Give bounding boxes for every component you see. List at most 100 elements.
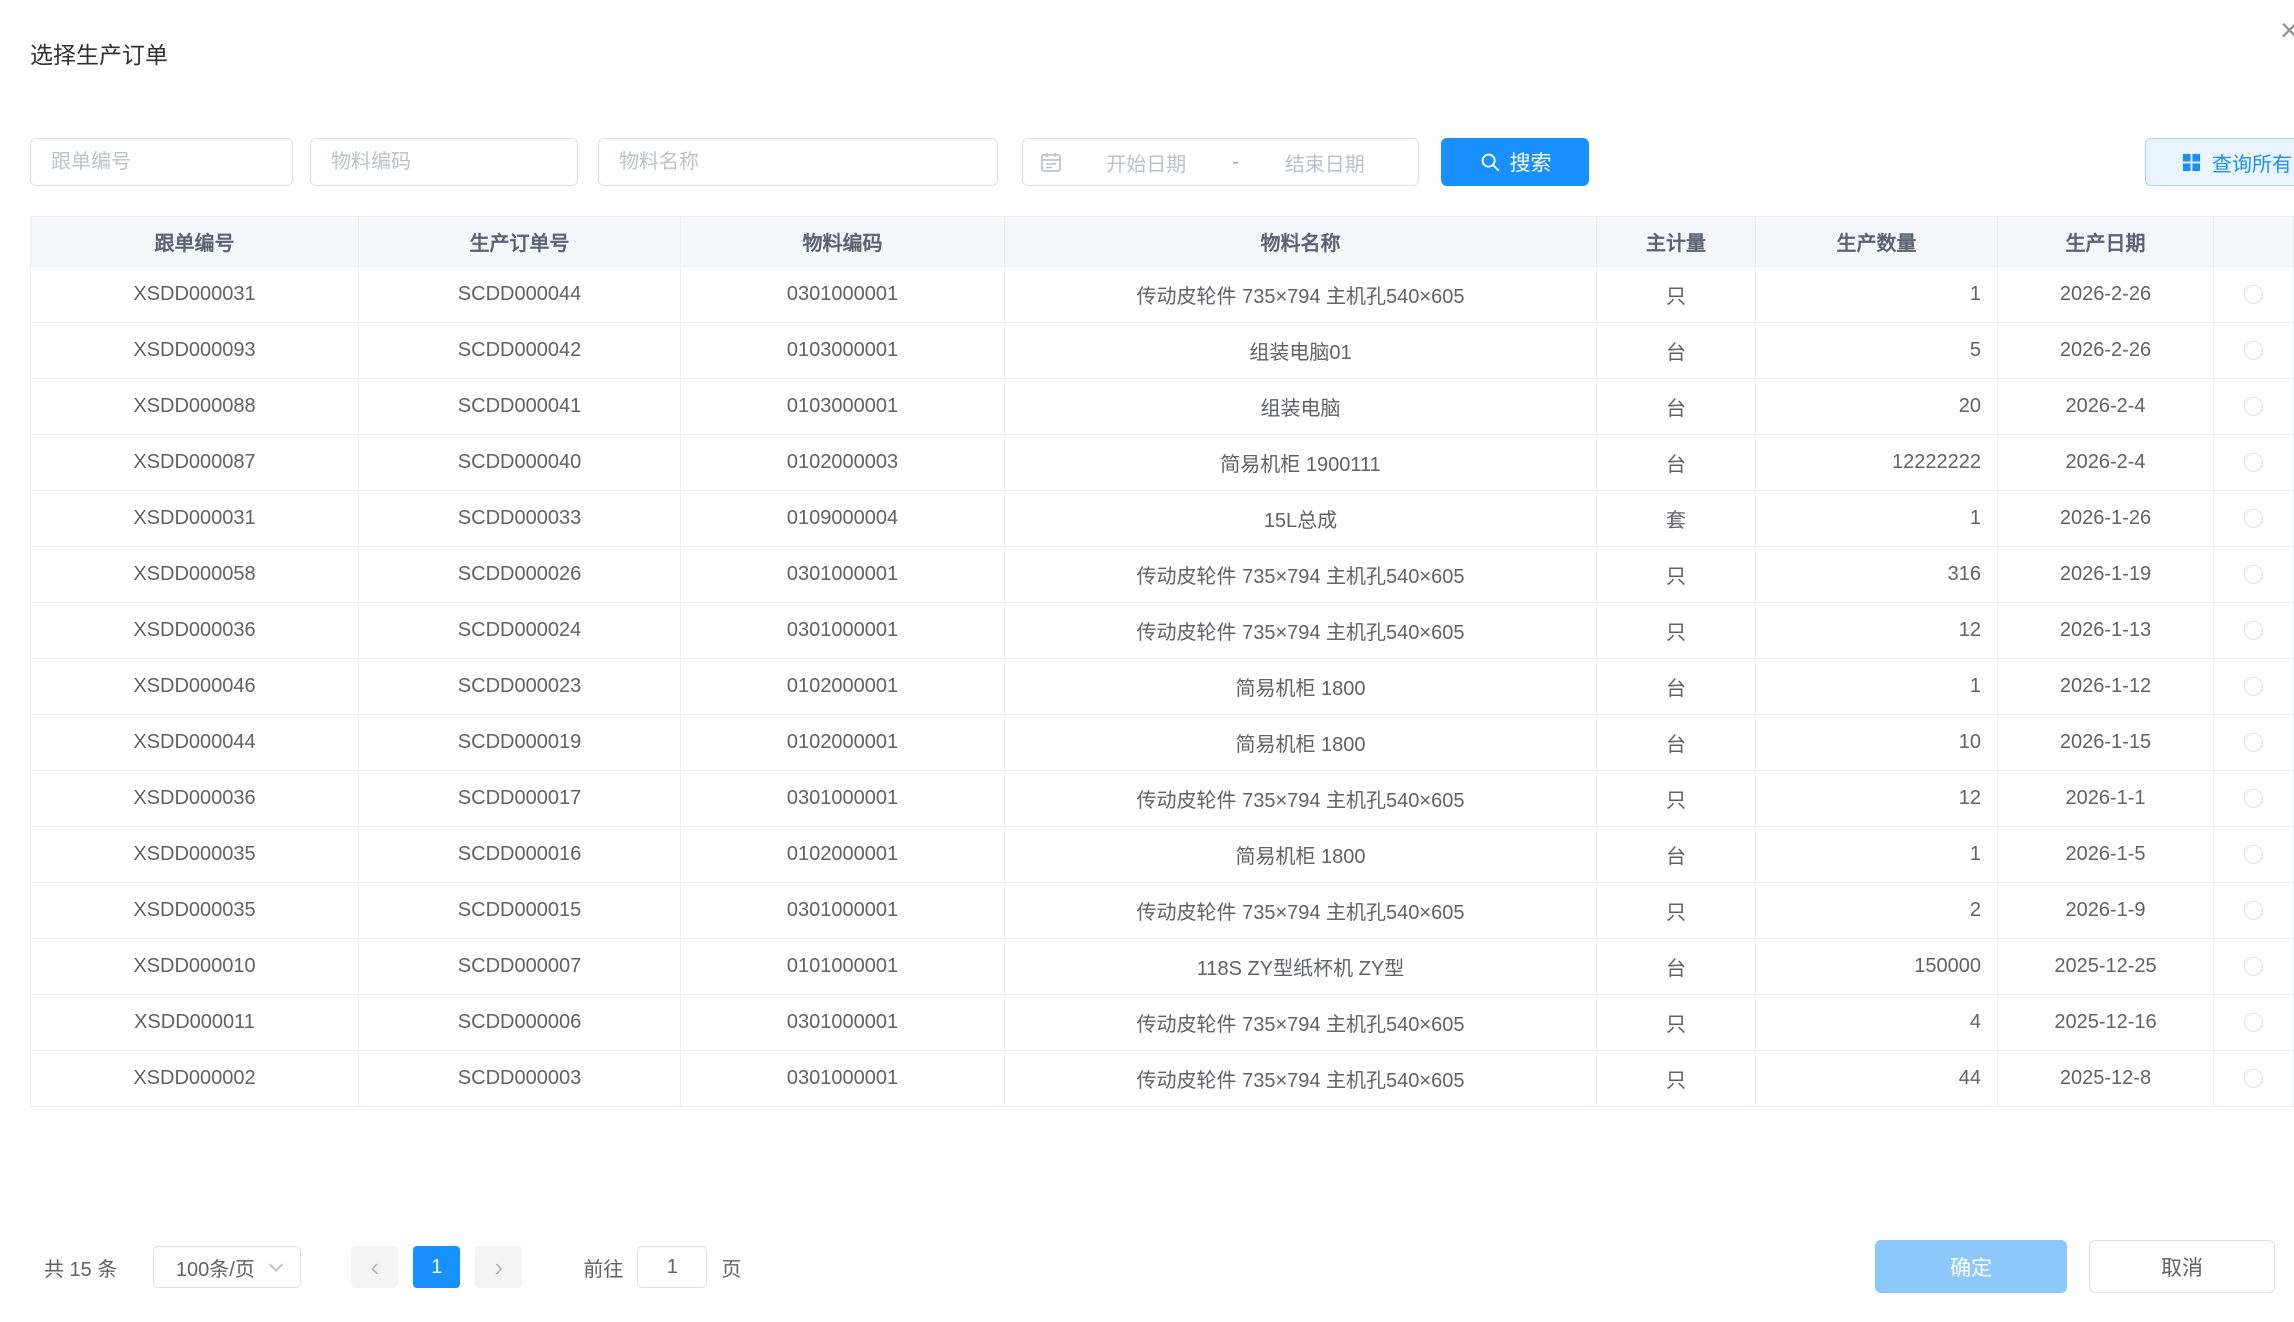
cell-material-code: 0102000001	[681, 715, 1005, 771]
table-body: XSDD000031 SCDD000044 0301000001 传动皮轮件 7…	[31, 267, 2294, 1107]
cell-unit: 台	[1597, 827, 1756, 883]
cell-prod-order-no: SCDD000041	[359, 379, 681, 435]
cell-order-no: XSDD000031	[31, 491, 359, 547]
row-radio[interactable]	[2244, 1069, 2263, 1088]
cell-material-code: 0103000001	[681, 379, 1005, 435]
material-name-input[interactable]	[598, 138, 998, 186]
page-size-select[interactable]: 100条/页	[153, 1246, 301, 1288]
chevron-down-icon	[269, 1258, 283, 1272]
row-radio[interactable]	[2244, 621, 2263, 640]
pagination: 共 15 条 100条/页 ‹ 1 › 前往 页	[44, 1246, 741, 1288]
cell-date: 2025-12-25	[1998, 939, 2214, 995]
cell-unit: 套	[1597, 491, 1756, 547]
grid-icon	[2182, 153, 2201, 172]
cell-prod-order-no: SCDD000019	[359, 715, 681, 771]
cell-material-code: 0301000001	[681, 547, 1005, 603]
cell-select	[2214, 435, 2294, 491]
row-radio[interactable]	[2244, 1013, 2263, 1032]
cell-unit: 只	[1597, 547, 1756, 603]
row-radio[interactable]	[2244, 453, 2263, 472]
table-row[interactable]: XSDD000031 SCDD000033 0109000004 15L总成 套…	[31, 491, 2294, 547]
row-radio[interactable]	[2244, 845, 2263, 864]
table-row[interactable]: XSDD000010 SCDD000007 0101000001 118S ZY…	[31, 939, 2294, 995]
cell-date: 2026-1-1	[1998, 771, 2214, 827]
cell-date: 2026-1-5	[1998, 827, 2214, 883]
table-row[interactable]: XSDD000046 SCDD000023 0102000001 简易机柜 18…	[31, 659, 2294, 715]
cancel-button[interactable]: 取消	[2089, 1240, 2275, 1293]
cell-material-code: 0301000001	[681, 603, 1005, 659]
row-radio[interactable]	[2244, 341, 2263, 360]
current-page-button[interactable]: 1	[413, 1246, 460, 1288]
goto-page-input[interactable]	[637, 1246, 707, 1288]
order-no-input[interactable]	[30, 138, 293, 186]
query-all-button[interactable]: 查询所有	[2145, 138, 2294, 186]
table-row[interactable]: XSDD000093 SCDD000042 0103000001 组装电脑01 …	[31, 323, 2294, 379]
row-radio[interactable]	[2244, 397, 2263, 416]
row-radio[interactable]	[2244, 677, 2263, 696]
column-header-unit: 主计量	[1597, 217, 1756, 267]
prev-page-button[interactable]: ‹	[351, 1246, 398, 1288]
table-row[interactable]: XSDD000036 SCDD000024 0301000001 传动皮轮件 7…	[31, 603, 2294, 659]
cell-quantity: 1	[1756, 267, 1998, 323]
confirm-button[interactable]: 确定	[1875, 1240, 2067, 1293]
row-radio[interactable]	[2244, 957, 2263, 976]
material-code-input[interactable]	[310, 138, 578, 186]
column-header-date: 生产日期	[1998, 217, 2214, 267]
cell-material-name: 传动皮轮件 735×794 主机孔540×605	[1005, 883, 1597, 939]
cell-material-name: 简易机柜 1800	[1005, 827, 1597, 883]
cell-material-code: 0101000001	[681, 939, 1005, 995]
cell-material-code: 0301000001	[681, 883, 1005, 939]
cell-quantity: 150000	[1756, 939, 1998, 995]
cell-prod-order-no: SCDD000003	[359, 1051, 681, 1107]
table-row[interactable]: XSDD000044 SCDD000019 0102000001 简易机柜 18…	[31, 715, 2294, 771]
cell-material-name: 传动皮轮件 735×794 主机孔540×605	[1005, 547, 1597, 603]
cell-prod-order-no: SCDD000040	[359, 435, 681, 491]
table-row[interactable]: XSDD000036 SCDD000017 0301000001 传动皮轮件 7…	[31, 771, 2294, 827]
table-row[interactable]: XSDD000035 SCDD000015 0301000001 传动皮轮件 7…	[31, 883, 2294, 939]
total-count: 共 15 条	[44, 1253, 117, 1282]
goto-page: 前往 页	[583, 1246, 741, 1288]
cell-material-code: 0102000001	[681, 659, 1005, 715]
cell-prod-order-no: SCDD000026	[359, 547, 681, 603]
cell-date: 2026-1-19	[1998, 547, 2214, 603]
table-row[interactable]: XSDD000087 SCDD000040 0102000003 简易机柜 19…	[31, 435, 2294, 491]
row-radio[interactable]	[2244, 565, 2263, 584]
date-range-picker[interactable]: 开始日期 - 结束日期	[1022, 138, 1419, 186]
row-radio[interactable]	[2244, 789, 2263, 808]
cell-material-name: 传动皮轮件 735×794 主机孔540×605	[1005, 603, 1597, 659]
row-radio[interactable]	[2244, 285, 2263, 304]
table-row[interactable]: XSDD000035 SCDD000016 0102000001 简易机柜 18…	[31, 827, 2294, 883]
column-header-material-name: 物料名称	[1005, 217, 1597, 267]
search-button-label: 搜索	[1510, 147, 1552, 177]
next-page-button[interactable]: ›	[475, 1246, 522, 1288]
cell-quantity: 12	[1756, 603, 1998, 659]
table-row[interactable]: XSDD000002 SCDD000003 0301000001 传动皮轮件 7…	[31, 1051, 2294, 1107]
cell-order-no: XSDD000035	[31, 883, 359, 939]
goto-suffix: 页	[721, 1253, 741, 1282]
cell-order-no: XSDD000031	[31, 267, 359, 323]
search-button[interactable]: 搜索	[1441, 138, 1589, 186]
cell-date: 2026-2-26	[1998, 267, 2214, 323]
close-icon[interactable]: ×	[2280, 14, 2294, 46]
cell-unit: 只	[1597, 995, 1756, 1051]
row-radio[interactable]	[2244, 509, 2263, 528]
row-radio[interactable]	[2244, 901, 2263, 920]
table-row[interactable]: XSDD000058 SCDD000026 0301000001 传动皮轮件 7…	[31, 547, 2294, 603]
cell-date: 2025-12-16	[1998, 995, 2214, 1051]
table-row[interactable]: XSDD000088 SCDD000041 0103000001 组装电脑 台 …	[31, 379, 2294, 435]
cell-select	[2214, 771, 2294, 827]
cell-material-code: 0301000001	[681, 995, 1005, 1051]
table-row[interactable]: XSDD000031 SCDD000044 0301000001 传动皮轮件 7…	[31, 267, 2294, 323]
column-header-prod-order-no: 生产订单号	[359, 217, 681, 267]
cell-order-no: XSDD000046	[31, 659, 359, 715]
cell-order-no: XSDD000036	[31, 603, 359, 659]
cell-material-name: 组装电脑01	[1005, 323, 1597, 379]
row-radio[interactable]	[2244, 733, 2263, 752]
filter-bar: 开始日期 - 结束日期 搜索	[30, 138, 1589, 186]
cell-quantity: 1	[1756, 827, 1998, 883]
search-icon	[1479, 151, 1501, 173]
cell-date: 2026-1-26	[1998, 491, 2214, 547]
page-title: 选择生产订单	[30, 36, 168, 70]
table-row[interactable]: XSDD000011 SCDD000006 0301000001 传动皮轮件 7…	[31, 995, 2294, 1051]
cell-quantity: 4	[1756, 995, 1998, 1051]
